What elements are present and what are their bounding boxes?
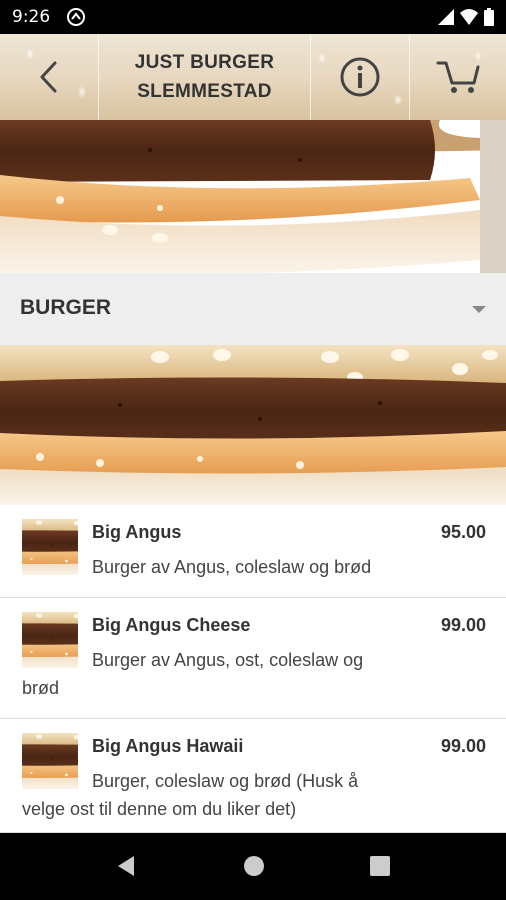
category-image xyxy=(0,345,506,505)
status-bar: 9:26 xyxy=(0,0,506,34)
restaurant-title: JUST BURGER SLEMMESTAD xyxy=(135,48,274,106)
sync-icon xyxy=(67,8,85,26)
item-thumbnail xyxy=(22,612,78,668)
item-name: Big Angus Cheese xyxy=(92,615,251,635)
item-thumbnail xyxy=(22,519,78,575)
back-nav-icon[interactable] xyxy=(116,855,136,877)
dropdown-caret-icon xyxy=(472,306,486,313)
app-header: JUST BURGER SLEMMESTAD xyxy=(0,34,506,120)
wifi-icon xyxy=(460,9,478,25)
info-button[interactable] xyxy=(310,34,409,120)
item-thumbnail xyxy=(22,733,78,789)
item-name: Big Angus Hawaii xyxy=(92,736,244,756)
home-nav-icon[interactable] xyxy=(243,855,265,877)
recents-nav-icon[interactable] xyxy=(370,855,390,877)
item-price: 99.00 xyxy=(440,736,486,756)
battery-icon xyxy=(484,8,494,26)
item-price: 99.00 xyxy=(440,615,486,635)
menu-list: Big Angus 95.00 Burger av Angus, colesla… xyxy=(0,505,506,833)
item-name: Big Angus xyxy=(92,522,182,542)
header-title-cell: JUST BURGER SLEMMESTAD xyxy=(98,34,310,120)
back-button[interactable] xyxy=(0,34,98,120)
system-nav-bar xyxy=(0,833,506,900)
menu-item[interactable]: Big Angus Cheese 99.00 Burger av Angus, … xyxy=(0,598,506,719)
cart-button[interactable] xyxy=(409,34,506,120)
item-price: 95.00 xyxy=(440,522,486,542)
status-time: 9:26 xyxy=(12,7,51,27)
signal-icon xyxy=(438,9,454,25)
category-selector[interactable]: BURGER xyxy=(0,273,506,345)
title-line-2: SLEMMESTAD xyxy=(137,81,272,102)
back-icon xyxy=(40,61,57,93)
title-line-1: JUST BURGER xyxy=(134,52,275,73)
cart-icon xyxy=(436,61,480,93)
menu-item[interactable]: Big Angus Hawaii 99.00 Burger, coleslaw … xyxy=(0,719,506,833)
category-label: BURGER xyxy=(20,296,112,319)
menu-item[interactable]: Big Angus 95.00 Burger av Angus, colesla… xyxy=(0,505,506,598)
status-icons xyxy=(438,8,494,26)
hero-image-top xyxy=(0,120,506,273)
info-icon xyxy=(340,57,380,97)
